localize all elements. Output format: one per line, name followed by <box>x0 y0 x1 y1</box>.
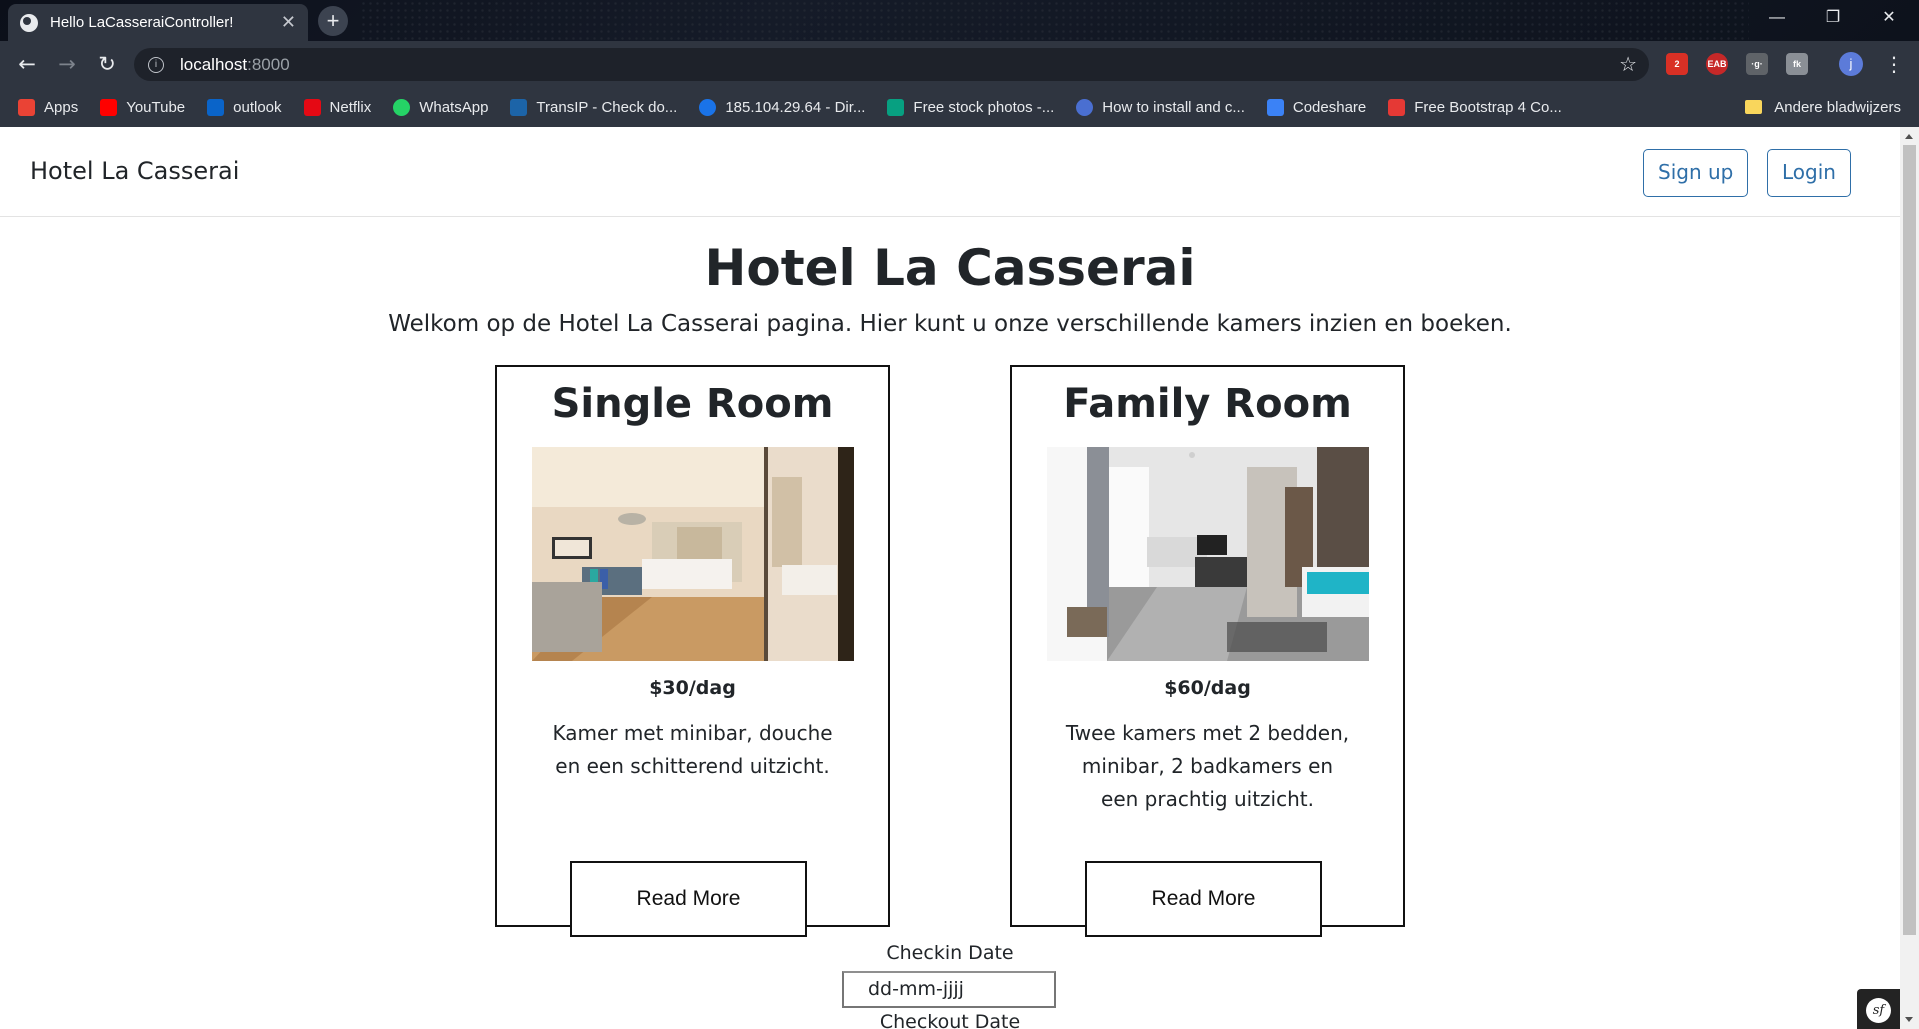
bookmark-label: Apps <box>44 98 79 116</box>
globe-icon <box>20 13 38 32</box>
browser-toolbar: ← → ↻ i localhost:8000 ☆ 2 EAB ·g· fk j … <box>0 41 1919 87</box>
new-tab-button[interactable]: + <box>318 6 348 36</box>
globe-icon <box>699 98 717 116</box>
minimize-icon[interactable]: — <box>1749 0 1805 36</box>
bookmark-label: 185.104.29.64 - Dir... <box>725 98 866 116</box>
bookmark-label: WhatsApp <box>419 98 489 116</box>
bedroom-image <box>1047 447 1369 661</box>
bookmark-transip[interactable]: TransIP - Check do... <box>510 98 678 116</box>
other-bookmarks[interactable]: Andere bladwijzers <box>1745 87 1901 127</box>
eye-icon <box>1076 98 1094 116</box>
profile-avatar[interactable]: j <box>1839 52 1863 76</box>
bookmark-label: Free stock photos -... <box>913 98 1055 116</box>
bedroom-image <box>532 447 854 661</box>
bookmark-stock-photos[interactable]: Free stock photos -... <box>887 98 1055 116</box>
tab-title: Hello LaCasseraiController! <box>50 14 234 31</box>
youtube-icon <box>100 98 118 116</box>
page-content: Hotel La Casserai Sign up Login Hotel La… <box>0 127 1900 1029</box>
bookmark-bootstrap[interactable]: Free Bootstrap 4 Co... <box>1388 98 1562 116</box>
codeshare-icon <box>1266 98 1284 116</box>
symfony-toolbar-toggle[interactable]: sf <box>1857 989 1900 1029</box>
room-card-family: Family Room $60/dag Twee kamers met 2 be… <box>1010 365 1405 927</box>
bookmark-apps[interactable]: Apps <box>18 98 79 116</box>
forward-arrow-icon[interactable]: → <box>52 49 82 79</box>
login-button[interactable]: Login <box>1767 149 1851 197</box>
symfony-logo-icon: sf <box>1866 998 1891 1023</box>
bookmark-label: YouTube <box>126 98 186 116</box>
folder-icon <box>1745 100 1763 114</box>
room-title: Single Room <box>551 381 834 427</box>
scrollbar-thumb[interactable] <box>1903 145 1916 935</box>
page-title: Hotel La Casserai <box>704 239 1196 297</box>
room-price: $30/dag <box>649 677 736 699</box>
bookmark-youtube[interactable]: YouTube <box>100 98 186 116</box>
bookmark-how-to-install[interactable]: How to install and c... <box>1076 98 1245 116</box>
bookmark-star-icon[interactable]: ☆ <box>1619 52 1637 76</box>
checkin-date-input[interactable]: dd-mm-jjjj <box>842 971 1056 1008</box>
reload-icon[interactable]: ↻ <box>92 49 122 79</box>
room-title: Family Room <box>1063 381 1352 427</box>
fk-extension-icon[interactable]: fk <box>1786 53 1808 75</box>
checkin-label: Checkin Date <box>886 942 1014 964</box>
page-subtitle: Welkom op de Hotel La Casserai pagina. H… <box>388 311 1512 337</box>
single-room-read-more-button[interactable]: Read More <box>570 861 807 937</box>
other-bookmarks-label: Andere bladwijzers <box>1774 98 1901 116</box>
bookmark-label: outlook <box>233 98 282 116</box>
close-window-icon[interactable]: ✕ <box>1861 0 1917 36</box>
g-extension-icon[interactable]: ·g· <box>1746 53 1768 75</box>
bookmark-netflix[interactable]: Netflix <box>303 98 372 116</box>
bookmark-label: Free Bootstrap 4 Co... <box>1414 98 1562 116</box>
family-room-read-more-button[interactable]: Read More <box>1085 861 1322 937</box>
whatsapp-icon <box>393 98 411 116</box>
bookmark-ip-address[interactable]: 185.104.29.64 - Dir... <box>699 98 866 116</box>
bookmark-label: Codeshare <box>1292 98 1367 116</box>
bookmarks-bar: Apps YouTube outlook Netflix WhatsApp Tr… <box>0 87 1919 127</box>
family-room-photo <box>1047 447 1369 661</box>
page-scrollbar[interactable] <box>1900 127 1919 1029</box>
scroll-up-icon[interactable] <box>1905 134 1913 139</box>
back-arrow-icon[interactable]: ← <box>12 49 42 79</box>
bookmark-codeshare[interactable]: Codeshare <box>1266 98 1367 116</box>
site-navbar: Hotel La Casserai Sign up Login <box>0 127 1900 217</box>
restore-icon[interactable]: ❐ <box>1805 0 1861 36</box>
todo-extension-icon[interactable]: 2 <box>1666 53 1688 75</box>
pexels-icon <box>887 98 905 116</box>
bookmark-whatsapp[interactable]: WhatsApp <box>393 98 489 116</box>
bookmark-label: Netflix <box>329 98 372 116</box>
url-host: localhost <box>180 54 248 74</box>
signup-button[interactable]: Sign up <box>1643 149 1749 197</box>
site-info-icon[interactable]: i <box>148 56 164 73</box>
address-bar[interactable]: i localhost:8000 ☆ <box>134 48 1649 81</box>
navbar-brand[interactable]: Hotel La Casserai <box>30 157 239 185</box>
scroll-down-icon[interactable] <box>1905 1017 1913 1022</box>
single-room-photo <box>532 447 854 661</box>
close-tab-icon[interactable]: ✕ <box>281 12 296 33</box>
menu-kebab-icon[interactable]: ⋮ <box>1884 49 1904 79</box>
s-icon <box>1388 98 1406 116</box>
bookmark-label: How to install and c... <box>1102 98 1245 116</box>
bookmark-label: TransIP - Check do... <box>536 98 678 116</box>
browser-tab[interactable]: Hello LaCasseraiController! ✕ <box>8 4 308 41</box>
apps-grid-icon <box>18 98 35 116</box>
checkout-label: Checkout Date <box>879 1011 1021 1029</box>
outlook-icon <box>207 98 225 116</box>
transip-icon <box>510 98 528 116</box>
bookmark-outlook[interactable]: outlook <box>207 98 282 116</box>
room-description: Kamer met minibar, douche en een schitte… <box>552 721 833 778</box>
room-price: $60/dag <box>1164 677 1251 699</box>
room-card-single: Single Room $30/dag Kamer met minibar, d… <box>495 365 890 927</box>
url-port: :8000 <box>247 54 290 74</box>
netflix-icon <box>303 98 321 116</box>
room-description: Twee kamers met 2 bedden, minibar, 2 bad… <box>1065 721 1350 811</box>
eab-extension-icon[interactable]: EAB <box>1706 53 1728 75</box>
